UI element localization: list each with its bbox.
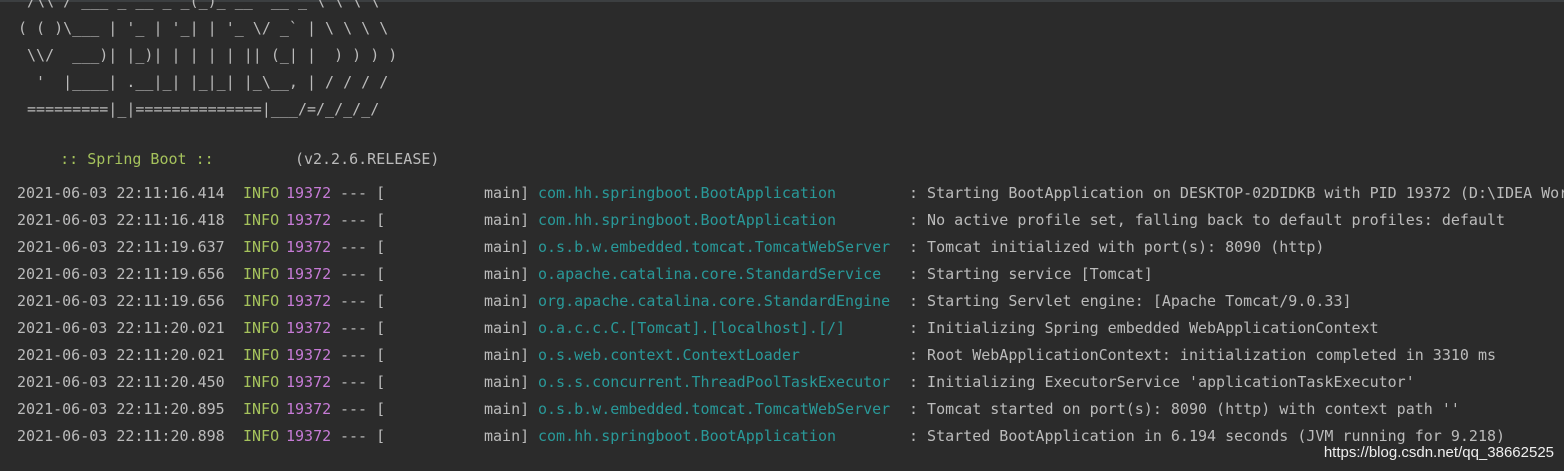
log-message: : Initializing ExecutorService 'applicat… xyxy=(909,373,1415,391)
log-pid: 19372 xyxy=(286,373,332,391)
log-separator: --- [ xyxy=(340,373,386,391)
log-logger-name: o.s.s.concurrent.ThreadPoolTaskExecutor xyxy=(538,373,891,391)
log-separator: --- [ xyxy=(340,427,386,445)
log-timestamp: 2021-06-03 22:11:19.656 xyxy=(17,292,225,310)
log-logger-name: o.s.b.w.embedded.tomcat.TomcatWebServer xyxy=(538,238,891,256)
console-output[interactable]: /\\ / ___'_ __ _ _(_)_ __ __ _ \ \ \ \ (… xyxy=(0,0,1564,471)
log-message: : Starting BootApplication on DESKTOP-02… xyxy=(909,184,1564,202)
log-logger-name: o.s.web.context.ContextLoader xyxy=(538,346,800,364)
log-timestamp: 2021-06-03 22:11:20.450 xyxy=(17,373,225,391)
log-logger-name: o.a.c.c.C.[Tomcat].[localhost].[/] xyxy=(538,319,846,337)
log-pid: 19372 xyxy=(286,427,332,445)
log-message: : Tomcat initialized with port(s): 8090 … xyxy=(909,238,1325,256)
log-timestamp: 2021-06-03 22:11:20.021 xyxy=(17,319,225,337)
log-pid: 19372 xyxy=(286,265,332,283)
spring-boot-version: (v2.2.6.RELEASE) xyxy=(294,150,440,168)
log-thread: main] xyxy=(484,265,530,283)
spring-boot-label: :: Spring Boot :: xyxy=(60,150,214,168)
banner-line: =========|_|==============|___/=/_/_/_/ xyxy=(18,100,380,118)
log-message: : Started BootApplication in 6.194 secon… xyxy=(909,427,1506,445)
log-logger-name: o.s.b.w.embedded.tomcat.TomcatWebServer xyxy=(538,400,891,418)
log-pid: 19372 xyxy=(286,319,332,337)
log-timestamp: 2021-06-03 22:11:19.656 xyxy=(17,265,225,283)
log-level: INFO xyxy=(243,346,280,364)
log-pid: 19372 xyxy=(286,211,332,229)
log-separator: --- [ xyxy=(340,184,386,202)
log-pid: 19372 xyxy=(286,238,332,256)
log-logger-name: com.hh.springboot.BootApplication xyxy=(538,184,837,202)
log-thread: main] xyxy=(484,400,530,418)
log-message: : Root WebApplicationContext: initializa… xyxy=(909,346,1496,364)
log-level: INFO xyxy=(243,211,280,229)
log-thread: main] xyxy=(484,211,530,229)
log-pid: 19372 xyxy=(286,346,332,364)
log-thread: main] xyxy=(484,319,530,337)
log-thread: main] xyxy=(484,238,530,256)
log-logger-name: com.hh.springboot.BootApplication xyxy=(538,427,837,445)
watermark: https://blog.csdn.net/qq_38662525 xyxy=(1323,444,1554,461)
log-level: INFO xyxy=(243,319,280,337)
log-separator: --- [ xyxy=(340,400,386,418)
log-message: : Starting Servlet engine: [Apache Tomca… xyxy=(909,292,1352,310)
log-pid: 19372 xyxy=(286,400,332,418)
log-separator: --- [ xyxy=(340,319,386,337)
log-separator: --- [ xyxy=(340,346,386,364)
log-message: : No active profile set, falling back to… xyxy=(909,211,1506,229)
log-logger-name: com.hh.springboot.BootApplication xyxy=(538,211,837,229)
log-separator: --- [ xyxy=(340,292,386,310)
banner-line: ( ( )\___ | '_ | '_| | '_ \/ _` | \ \ \ … xyxy=(18,19,389,37)
log-level: INFO xyxy=(243,292,280,310)
log-timestamp: 2021-06-03 22:11:16.414 xyxy=(17,184,225,202)
log-thread: main] xyxy=(484,292,530,310)
log-timestamp: 2021-06-03 22:11:20.021 xyxy=(17,346,225,364)
log-level: INFO xyxy=(243,238,280,256)
log-level: INFO xyxy=(243,400,280,418)
log-message: : Initializing Spring embedded WebApplic… xyxy=(909,319,1379,337)
log-message: : Starting service [Tomcat] xyxy=(909,265,1153,283)
log-timestamp: 2021-06-03 22:11:20.898 xyxy=(17,427,225,445)
log-timestamp: 2021-06-03 22:11:20.895 xyxy=(17,400,225,418)
banner-line: \\/ ___)| |_)| | | | | || (_| | ) ) ) ) xyxy=(18,46,398,64)
log-message: : Tomcat started on port(s): 8090 (http)… xyxy=(909,400,1460,418)
log-pid: 19372 xyxy=(286,184,332,202)
log-separator: --- [ xyxy=(340,265,386,283)
log-level: INFO xyxy=(243,265,280,283)
log-separator: --- [ xyxy=(340,211,386,229)
spring-boot-version-line: :: Spring Boot :: (v2.2.6.RELEASE) xyxy=(24,129,439,189)
log-level: INFO xyxy=(243,373,280,391)
log-thread: main] xyxy=(484,346,530,364)
log-thread: main] xyxy=(484,184,530,202)
log-level: INFO xyxy=(243,184,280,202)
log-separator: --- [ xyxy=(340,238,386,256)
log-thread: main] xyxy=(484,427,530,445)
banner-line: ' |____| .__|_| |_|_| |_\__, | / / / / xyxy=(18,73,389,91)
log-timestamp: 2021-06-03 22:11:16.418 xyxy=(17,211,225,229)
log-pid: 19372 xyxy=(286,292,332,310)
log-timestamp: 2021-06-03 22:11:19.637 xyxy=(17,238,225,256)
log-level: INFO xyxy=(243,427,280,445)
banner-line: /\\ / ___'_ __ _ _(_)_ __ __ _ \ \ \ \ xyxy=(18,0,380,10)
log-logger-name: o.apache.catalina.core.StandardService xyxy=(538,265,882,283)
log-logger-name: org.apache.catalina.core.StandardEngine xyxy=(538,292,891,310)
log-thread: main] xyxy=(484,373,530,391)
